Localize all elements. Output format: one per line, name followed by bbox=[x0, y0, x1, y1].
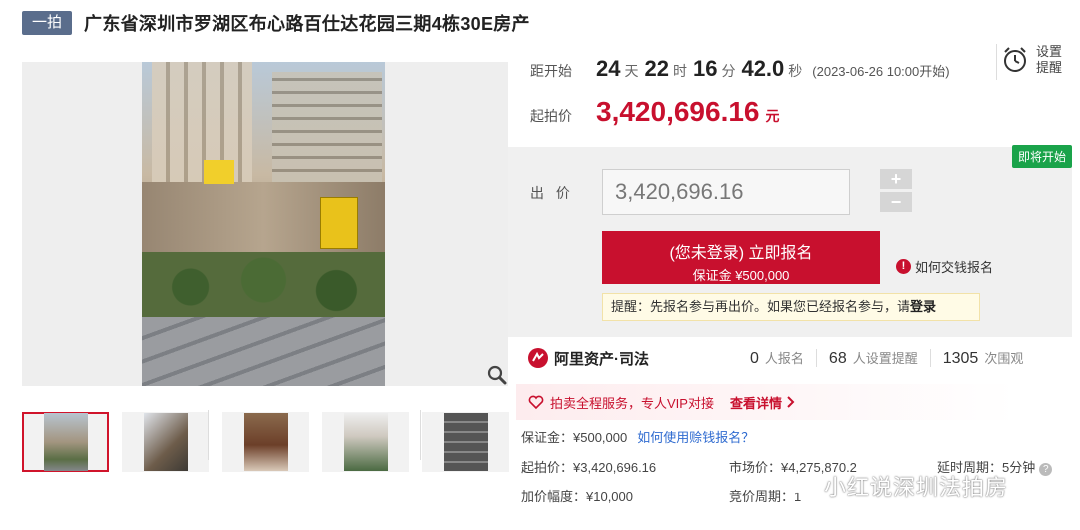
shrubs bbox=[142, 252, 385, 322]
stats-row: 阿里资产·司法 0 人报名 68 人设置提醒 1305 次围观 bbox=[508, 337, 1072, 379]
login-tip: 提醒：先报名参与再出价。如果您已经报名参与，请登录 bbox=[602, 293, 980, 321]
countdown-label: 距开始 bbox=[530, 63, 572, 79]
deposit-text: 保证金：¥500,000 bbox=[521, 430, 628, 445]
info-icon: ! bbox=[896, 259, 911, 274]
brand-name: 阿里资产·司法 bbox=[554, 350, 649, 368]
bid-amount-input[interactable]: 3,420,696.16 bbox=[602, 169, 850, 215]
bid-label: 出 价 bbox=[530, 185, 574, 201]
set-reminder-label: 设置提醒 bbox=[1036, 44, 1063, 75]
title-bar: 一拍 广东省深圳市罗湖区布心路百仕达花园三期4栋30E房产 bbox=[22, 10, 530, 36]
watermark-text: 小红说深圳法拍房 bbox=[824, 475, 1009, 500]
start-price-info: 起拍价：¥3,420,696.16 bbox=[521, 460, 657, 475]
thumbnail-3[interactable] bbox=[222, 412, 309, 472]
register-button[interactable]: (您未登录) 立即报名 保证金 ¥500,000 bbox=[602, 231, 880, 284]
minutes-unit: 分 bbox=[721, 63, 736, 79]
property-photo bbox=[142, 62, 385, 386]
tip-text: 提醒：先报名参与再出价。如果您已经报名参与，请 bbox=[611, 299, 911, 314]
increase-bid-button[interactable]: + bbox=[880, 169, 912, 189]
pavement bbox=[142, 317, 385, 386]
thumbnail-1[interactable] bbox=[22, 412, 109, 472]
zoom-icon[interactable] bbox=[486, 364, 508, 386]
reminders-stat: 68 人设置提醒 bbox=[817, 348, 930, 368]
countdown-minutes: 16 bbox=[692, 56, 718, 81]
yellow-sign-small bbox=[204, 160, 234, 184]
thumbnail-2[interactable] bbox=[122, 412, 209, 472]
page-title: 广东省深圳市罗湖区布心路百仕达花园三期4栋30E房产 bbox=[84, 14, 530, 34]
days-unit: 天 bbox=[624, 63, 639, 79]
applicants-label: 人报名 bbox=[764, 351, 804, 366]
deposit-info: 保证金：¥500,000 如何使用赊钱报名？ bbox=[521, 427, 754, 446]
help-icon[interactable]: ? bbox=[1039, 463, 1053, 476]
reminders-label: 人设置提醒 bbox=[852, 351, 918, 366]
seconds-unit: 秒 bbox=[788, 63, 803, 79]
vip-heart-icon bbox=[528, 395, 544, 410]
start-price-unit: 元 bbox=[765, 108, 780, 124]
countdown-seconds: 42.0 bbox=[741, 56, 785, 81]
brand-logo: 阿里资产·司法 bbox=[528, 348, 738, 369]
countdown-days: 24 bbox=[596, 56, 621, 81]
thumbnail-5[interactable] bbox=[422, 412, 509, 472]
alarm-clock-icon bbox=[1004, 47, 1026, 72]
details-divider bbox=[208, 410, 209, 460]
start-price-label: 起拍价 bbox=[530, 108, 572, 124]
remind-divider bbox=[996, 44, 997, 80]
bid-panel: 即将开始 出 价 3,420,696.16 + − (您未登录) 立即报名 保证… bbox=[508, 145, 1072, 337]
applicants-stat: 0 人报名 bbox=[738, 348, 816, 368]
applicants-count: 0 bbox=[750, 350, 759, 367]
countdown: 距开始 24 天 22 时 16 分 42.0 秒 (2023-06-26 10… bbox=[530, 56, 950, 82]
decrease-bid-button[interactable]: − bbox=[880, 192, 912, 212]
wechat-icon bbox=[784, 475, 817, 497]
credit-register-link[interactable]: 如何使用赊钱报名？ bbox=[637, 430, 754, 445]
thumbnail-strip bbox=[22, 412, 509, 472]
reminders-count: 68 bbox=[828, 350, 847, 367]
views-label: 次围观 bbox=[984, 351, 1024, 366]
set-reminder-button[interactable]: 设置提醒 bbox=[1002, 44, 1064, 76]
how-to-pay-link[interactable]: ! 如何交钱报名 bbox=[896, 257, 993, 276]
building-right bbox=[272, 72, 382, 182]
register-deposit-label: 保证金 ¥500,000 bbox=[692, 267, 790, 283]
view-details-link[interactable]: 查看详情 bbox=[730, 393, 782, 412]
watermark: 小红说深圳法拍房 bbox=[784, 470, 1008, 502]
thumbnail-4[interactable] bbox=[322, 412, 409, 472]
start-price-value: 3,420,696.16 bbox=[596, 96, 760, 127]
increment-info: 加价幅度：¥10,000 bbox=[521, 489, 633, 504]
countdown-hours: 22 bbox=[644, 56, 669, 81]
status-badge: 即将开始 bbox=[1011, 145, 1072, 168]
start-time: (2023-06-26 10:00开始) bbox=[812, 64, 950, 79]
vip-service-bar[interactable]: 拍卖全程服务，专人VIP对接 查看详情 bbox=[516, 384, 1072, 420]
auction-round-badge: 一拍 bbox=[22, 11, 73, 35]
details-divider bbox=[420, 410, 421, 460]
vip-service-text: 拍卖全程服务，专人VIP对接 bbox=[550, 395, 714, 411]
views-count: 1305 bbox=[942, 350, 979, 367]
main-photo[interactable] bbox=[22, 62, 508, 386]
login-link[interactable]: 登录 bbox=[910, 299, 936, 314]
hours-unit: 时 bbox=[672, 63, 687, 79]
start-price-row: 起拍价 3,420,696.16 元 bbox=[530, 96, 780, 128]
how-to-pay-label: 如何交钱报名 bbox=[915, 260, 994, 275]
views-stat: 1305 次围观 bbox=[931, 348, 1036, 368]
ali-assets-logo-icon bbox=[528, 348, 548, 368]
register-button-label: (您未登录) 立即报名 bbox=[669, 244, 813, 262]
yellow-sign bbox=[320, 197, 358, 249]
chevron-right-icon bbox=[787, 396, 795, 408]
building-left bbox=[152, 62, 252, 182]
